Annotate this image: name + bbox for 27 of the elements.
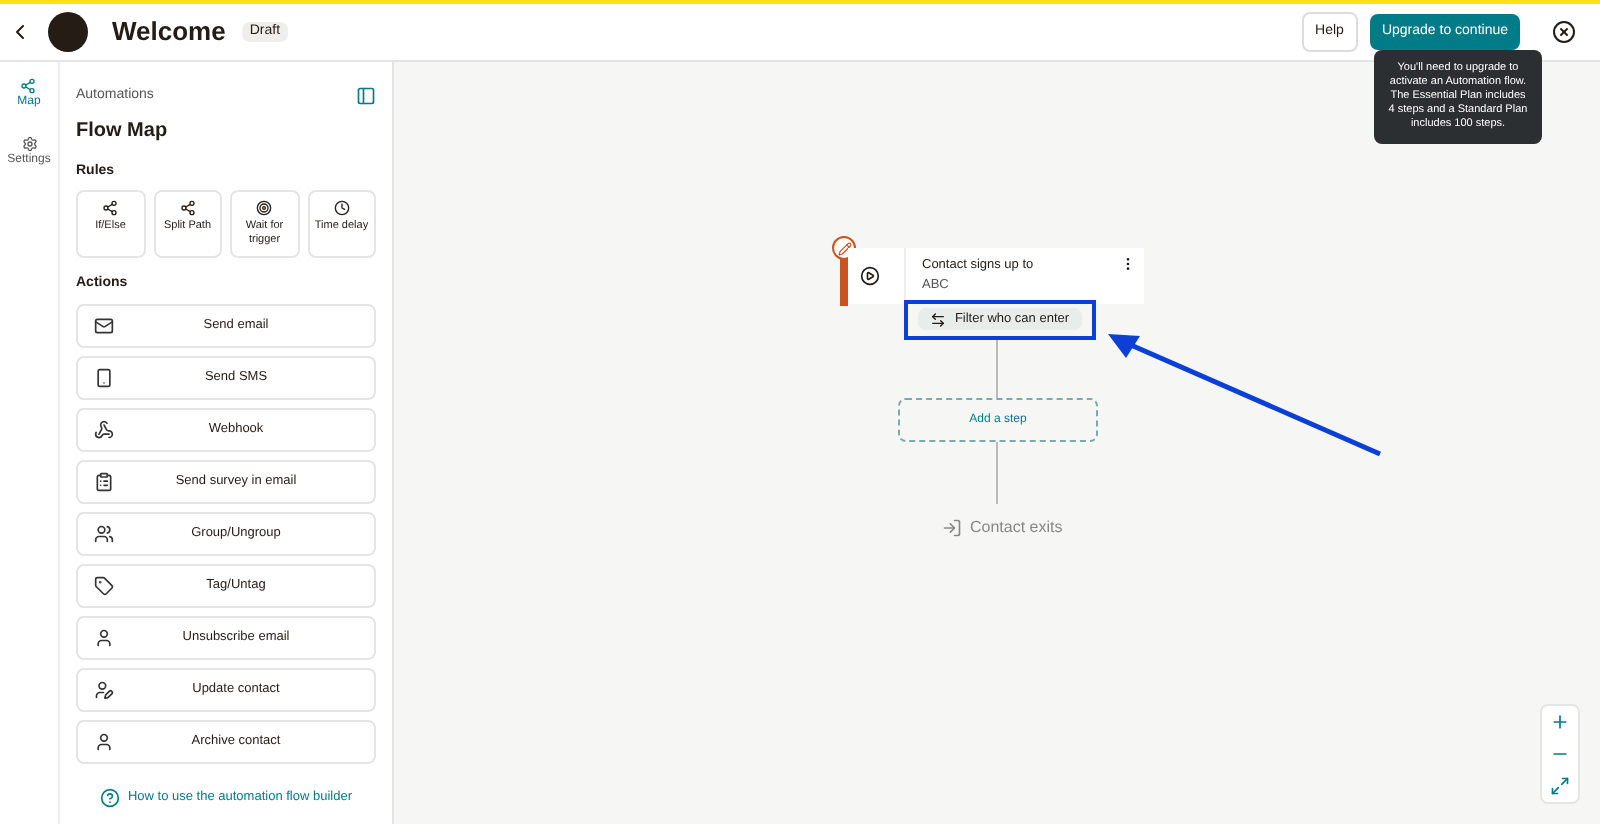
branch-icon (179, 200, 196, 216)
play-icon (860, 266, 880, 286)
webhook-icon (94, 419, 114, 439)
branch-icon (20, 78, 37, 94)
filter-icon (930, 311, 947, 327)
phone-icon (94, 367, 114, 387)
page-title: Welcome (112, 14, 226, 51)
clipboard-icon (94, 471, 114, 491)
tag-icon (94, 575, 114, 595)
target-icon (256, 200, 273, 216)
settings-icon (21, 136, 37, 152)
sidebar-title: Flow Map (76, 117, 170, 145)
clock-icon (333, 200, 350, 216)
close-icon[interactable] (1552, 20, 1576, 44)
person-edit-icon (94, 679, 114, 699)
envelope-icon (94, 315, 114, 335)
zoom-in-icon[interactable] (1550, 712, 1570, 732)
person-icon (94, 731, 114, 751)
panel-icon[interactable] (356, 86, 376, 107)
exit-label: Contact exits (970, 516, 1063, 540)
people-icon (94, 523, 114, 543)
logo-icon (48, 12, 88, 52)
branch-icon (102, 200, 119, 216)
person-icon (94, 627, 114, 647)
help-icon (99, 787, 120, 807)
exit-icon (942, 518, 962, 538)
fit-icon[interactable] (1550, 776, 1570, 796)
